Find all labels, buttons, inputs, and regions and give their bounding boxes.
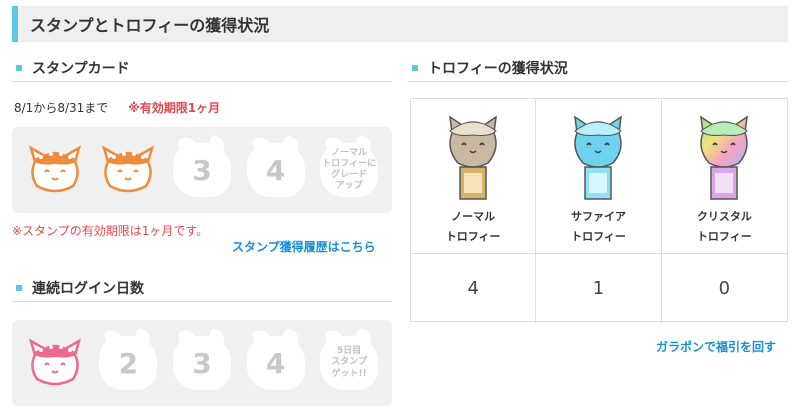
stamp-history-link[interactable]: スタンプ獲得履歴はこちら — [232, 238, 376, 255]
stamp-slot-3: 3 — [171, 139, 233, 201]
trophy-cell-normal: ノーマル トロフィー — [411, 99, 537, 253]
trophy-heading: トロフィーの獲得状況 — [408, 60, 788, 82]
stamp-slot-4: 4 — [245, 139, 307, 201]
stamp-card-box: 3 4 ノーマル トロフィーに グレード アップ — [12, 127, 392, 213]
trophy-table: ノーマル トロフィー サファイア トロフィー クリスタル トロフィー 4 1 0 — [410, 98, 788, 323]
empty-stamp-blob: 2 — [99, 336, 158, 390]
reward-stamp-blob: ノーマル トロフィーに グレード アップ — [320, 143, 379, 197]
reward-stamp-blob: 5日目 スタンプ ゲット!! — [320, 336, 379, 390]
login-slot-reward: 5日目 スタンプ ゲット!! — [318, 332, 380, 394]
empty-stamp-blob: 3 — [172, 336, 231, 390]
gacha-link[interactable]: ガラポンで福引を回す — [656, 338, 776, 355]
stamp-slot-reward: ノーマル トロフィーに グレード アップ — [318, 139, 380, 201]
trophy-count-crystal: 0 — [661, 253, 787, 323]
bullet-square-icon — [16, 284, 22, 291]
empty-stamp-blob: 4 — [246, 143, 305, 197]
stamp-card-heading: スタンプカード — [12, 60, 392, 82]
login-streak-heading-text: 連続ログイン日数 — [32, 280, 144, 297]
login-streak-box: 2 3 4 5日目 スタンプ ゲット!! — [12, 320, 392, 406]
page-title: スタンプとトロフィーの獲得状況 — [12, 6, 788, 42]
pink-cat-stamp-icon — [27, 337, 83, 389]
bullet-square-icon — [16, 64, 22, 71]
login-slot-3: 3 — [171, 332, 233, 394]
trophy-name-crystal: クリスタル トロフィー — [696, 210, 752, 243]
stamp-slot-2 — [97, 139, 159, 201]
stamp-period-text: 8/1から8/31まで — [14, 101, 109, 115]
login-slot-4: 4 — [245, 332, 307, 394]
trophy-count-sapphire: 1 — [536, 253, 662, 323]
orange-cat-stamp-icon — [100, 144, 156, 196]
stamp-slot-1 — [24, 139, 86, 201]
login-slot-2: 2 — [97, 332, 159, 394]
trophy-cell-crystal: クリスタル トロフィー — [662, 99, 787, 253]
empty-stamp-blob: 3 — [172, 143, 231, 197]
trophy-name-sapphire: サファイア トロフィー — [570, 210, 626, 243]
stamp-card-period: 8/1から8/31まで ※有効期限1ヶ月 — [14, 99, 220, 116]
trophy-cell-sapphire: サファイア トロフィー — [536, 99, 662, 253]
trophy-count-normal: 4 — [411, 253, 537, 323]
stamp-card-heading-text: スタンプカード — [32, 60, 130, 77]
sapphire-trophy-icon — [574, 115, 623, 200]
login-slot-1 — [24, 332, 86, 394]
stamp-footnote: ※スタンプの有効期限は1ヶ月です。 — [12, 224, 209, 238]
login-streak-heading: 連続ログイン日数 — [12, 280, 392, 302]
orange-cat-stamp-icon — [27, 144, 83, 196]
crystal-trophy-icon — [700, 115, 749, 200]
normal-trophy-icon — [449, 115, 498, 200]
empty-stamp-blob: 4 — [246, 336, 305, 390]
trophy-name-normal: ノーマル トロフィー — [445, 210, 501, 243]
trophy-heading-text: トロフィーの獲得状況 — [428, 60, 568, 77]
bullet-square-icon — [412, 64, 418, 71]
validity-note: ※有効期限1ヶ月 — [128, 101, 221, 115]
